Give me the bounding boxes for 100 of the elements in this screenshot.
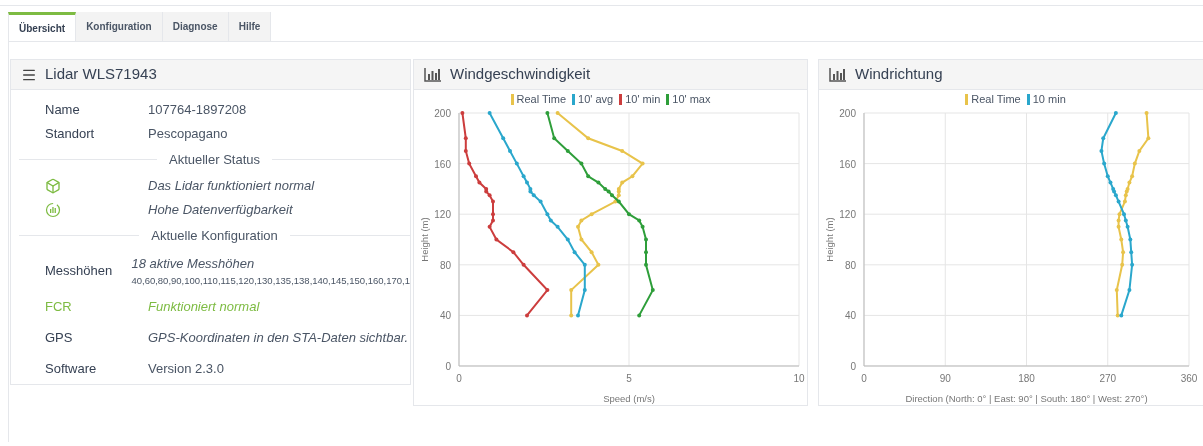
- data-point: [460, 111, 465, 115]
- data-point: [640, 161, 645, 166]
- tab[interactable]: Konfiguration: [76, 12, 163, 41]
- field-label: Standort: [44, 125, 96, 144]
- axis-tick-label: 120: [434, 209, 451, 221]
- data-point: [586, 136, 591, 141]
- data-point: [463, 148, 468, 153]
- data-point: [1144, 111, 1149, 115]
- legend-label: 10' avg: [578, 91, 614, 107]
- config-label: Software: [44, 359, 98, 378]
- data-point: [644, 237, 648, 242]
- data-point: [494, 237, 499, 242]
- data-point: [511, 250, 516, 255]
- axis-tick-label: 90: [939, 373, 951, 384]
- legend-label: Real Time: [516, 91, 567, 107]
- data-point: [637, 313, 642, 318]
- data-point: [582, 288, 587, 293]
- axis-tick-label: 270: [1099, 373, 1117, 384]
- config-label: GPS: [44, 328, 74, 347]
- axis-tick-label: 180: [1018, 373, 1035, 384]
- data-point: [555, 111, 560, 115]
- data-point: [538, 199, 543, 204]
- data-point: [627, 212, 631, 217]
- tab[interactable]: Übersicht: [8, 12, 77, 41]
- data-point: [508, 148, 512, 153]
- data-point: [1130, 262, 1135, 267]
- axis-tick-label: 40: [844, 310, 856, 322]
- axis-title: Speed (m/s): [603, 393, 655, 404]
- data-point: [525, 313, 529, 318]
- axis-tick-label: 160: [434, 158, 451, 170]
- field-value: Pescopagano: [148, 125, 228, 144]
- data-point: [1132, 161, 1137, 166]
- data-point: [1114, 288, 1119, 293]
- axis-title: Height (m): [824, 217, 835, 262]
- data-point: [589, 212, 594, 217]
- section-heading: Aktuelle Konfiguration: [151, 226, 278, 245]
- bar-chart-icon: [424, 67, 442, 82]
- data-point: [463, 136, 468, 141]
- card-title: Windgeschwindigkeit: [450, 64, 591, 85]
- data-point: [589, 250, 594, 255]
- data-point: [644, 262, 648, 267]
- status-text: Das Lidar funktioniert normal: [148, 176, 315, 195]
- data-point: [501, 136, 506, 141]
- data-point: [487, 111, 492, 115]
- data-point: [565, 148, 570, 153]
- bar-chart-icon: [829, 67, 847, 82]
- data-point: [596, 262, 601, 267]
- axis-tick-label: 120: [839, 209, 856, 221]
- status-text: Hohe Datenverfügbarkeit: [148, 200, 293, 219]
- config-label: Messhöhen: [44, 262, 114, 281]
- field-value: 107764-1897208: [148, 101, 247, 120]
- card-title: Lidar WLS71943: [45, 64, 157, 85]
- axis-tick-label: 40: [439, 310, 451, 322]
- data-point: [1121, 250, 1126, 255]
- data-point: [1113, 111, 1118, 115]
- data-point: [555, 224, 560, 229]
- tab[interactable]: Hilfe: [228, 12, 272, 41]
- config-value: Funktioniert normal: [148, 297, 260, 316]
- data-point: [579, 237, 584, 242]
- data-point: [514, 161, 519, 166]
- axis-tick-label: 0: [456, 373, 462, 384]
- data-point: [1102, 161, 1107, 166]
- axis-tick-label: 200: [434, 108, 451, 119]
- data-point: [644, 250, 648, 255]
- data-point: [1137, 148, 1142, 153]
- tab[interactable]: Diagnose: [162, 12, 229, 41]
- data-point: [630, 174, 635, 179]
- axis-tick-label: 5: [626, 373, 632, 384]
- config-value: 18 aktive Messhöhen: [131, 255, 256, 274]
- data-point: [1099, 148, 1104, 153]
- card-title: Windrichtung: [855, 64, 943, 85]
- data-point: [572, 250, 577, 255]
- axis-tick-label: 0: [861, 373, 867, 384]
- data-point: [1120, 262, 1125, 267]
- data-point: [521, 262, 526, 267]
- data-point: [545, 111, 550, 115]
- legend-label: Real Time: [971, 91, 1021, 107]
- axis-tick-label: 0: [445, 361, 451, 372]
- data-point: [586, 174, 591, 179]
- height-list: 40,60,80,90,100,110,115,120,130,135,138,140,145,150,160,170,1: [131, 273, 410, 288]
- axis-tick-label: 10: [793, 373, 805, 384]
- field-label: Name: [44, 101, 81, 120]
- legend-label: 10' min: [625, 91, 661, 107]
- config-label: FCR: [44, 297, 73, 316]
- axis-tick-label: 0: [850, 361, 856, 372]
- axis-tick-label: 200: [839, 108, 856, 119]
- legend-label: 10 min: [1032, 91, 1066, 107]
- data-point: [1128, 237, 1133, 242]
- chart-circle-icon: [45, 201, 61, 218]
- data-point: [579, 161, 584, 166]
- legend-label: 10' max: [672, 91, 711, 107]
- axis-tick-label: 360: [1180, 373, 1198, 384]
- data-point: [576, 313, 580, 318]
- axis-tick-label: 160: [839, 158, 856, 170]
- axis-tick-label: 80: [844, 259, 856, 271]
- data-point: [569, 288, 574, 293]
- section-heading: Aktueller Status: [169, 151, 261, 169]
- cube-icon: [45, 177, 61, 194]
- config-value: Version 2.3.0: [148, 359, 224, 378]
- data-point: [565, 237, 570, 242]
